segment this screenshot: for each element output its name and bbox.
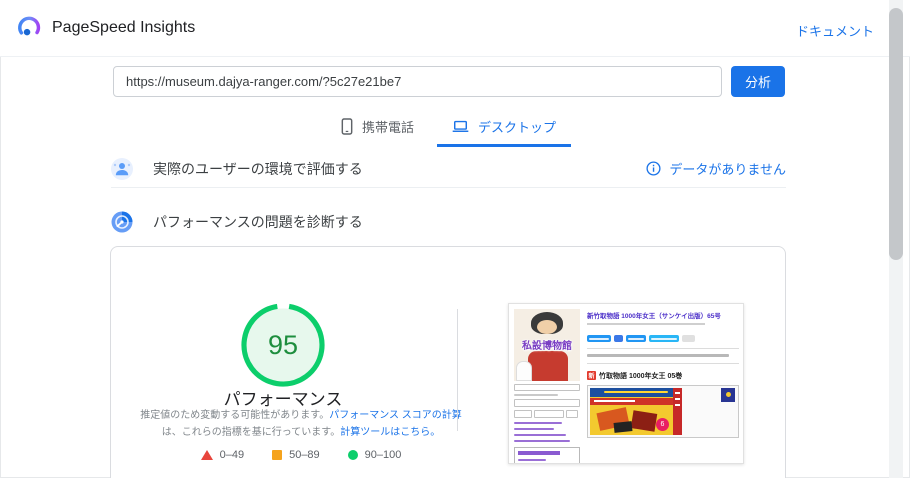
legend-pass-range: 90–100 bbox=[364, 449, 402, 461]
manga-cover-image: 6 bbox=[590, 387, 682, 435]
laptop-icon bbox=[452, 120, 469, 132]
scrollbar-track[interactable] bbox=[889, 0, 903, 478]
documentation-link[interactable]: ドキュメント bbox=[796, 21, 874, 40]
thumb-button-row bbox=[514, 407, 580, 418]
device-tabs: 携帯電話 デスクトップ bbox=[111, 110, 786, 147]
page-title: PageSpeed Insights bbox=[52, 19, 196, 36]
performance-score-gauge[interactable]: 95 bbox=[241, 303, 325, 387]
thumb-tags-bar bbox=[587, 354, 729, 357]
score-value: 95 bbox=[267, 329, 299, 360]
no-data-label: データがありません bbox=[669, 162, 786, 177]
vertical-divider bbox=[457, 309, 458, 431]
real-users-icon bbox=[111, 157, 133, 180]
score-calc-link[interactable]: パフォーマンス スコアの計算 bbox=[329, 410, 462, 421]
field-data-section-header[interactable]: 実際のユーザーの環境で評価する データがありません bbox=[111, 150, 786, 188]
score-legend: 0–49 50–89 90–100 bbox=[141, 449, 461, 461]
analyze-button[interactable]: 分析 bbox=[731, 66, 785, 97]
thumb-site-logo-text: 私設博物館 bbox=[522, 341, 572, 352]
score-note-pre: 推定値のため変動する可能性があります。 bbox=[140, 410, 330, 421]
thumb-search-box bbox=[514, 399, 580, 407]
thumb-cover-container: 6 bbox=[587, 384, 739, 438]
tab-mobile-label: 携帯電話 bbox=[361, 120, 414, 135]
thumb-share-buttons bbox=[587, 335, 739, 342]
no-data-status[interactable]: データがありません bbox=[646, 159, 786, 178]
score-note-mid: は、これらの指標を基に行っています。 bbox=[161, 426, 341, 438]
tab-mobile[interactable]: 携帯電話 bbox=[326, 110, 429, 147]
legend-average: 50–89 bbox=[272, 449, 320, 461]
thumb-main-content: 新竹取物語 1000年女王（サンケイ出版）65号 新 竹取物語 1000年女王 … bbox=[587, 310, 739, 438]
thumb-nav-list bbox=[514, 447, 580, 463]
legend-fail-range: 0–49 bbox=[219, 449, 245, 461]
tab-desktop-label: デスクトップ bbox=[478, 120, 557, 135]
new-badge: 新 bbox=[587, 371, 596, 380]
url-input[interactable] bbox=[113, 66, 722, 97]
field-section-title: 実際のユーザーの環境で評価する bbox=[153, 160, 363, 177]
thumb-page-title: 新竹取物語 1000年女王（サンケイ出版）65号 bbox=[587, 313, 721, 320]
orange-square-icon bbox=[272, 450, 283, 460]
diagnose-gauge-icon bbox=[111, 211, 133, 233]
thumb-secondary-image bbox=[721, 387, 735, 402]
thumb-select-control bbox=[514, 384, 580, 391]
lab-data-section-header[interactable]: パフォーマンスの問題を診断する bbox=[111, 204, 786, 240]
site-screenshot-thumbnail[interactable]: 私設博物館 新竹取物語 1000年女王（サンケイ出版）65号 新 竹取物語 10… bbox=[508, 303, 744, 464]
legend-average-range: 50–89 bbox=[289, 449, 320, 461]
legend-pass: 90–100 bbox=[347, 449, 402, 461]
pagespeed-insights-page: { "header": { "title": "PageSpeed Insigh… bbox=[0, 0, 910, 478]
thumb-text-bar bbox=[514, 394, 558, 396]
calc-tool-link[interactable]: 計算ツールはこちら。 bbox=[340, 427, 440, 438]
lab-section-title: パフォーマンスの問題を診断する bbox=[153, 214, 363, 230]
green-circle-icon bbox=[347, 450, 358, 460]
red-triangle-icon bbox=[200, 450, 213, 460]
thumb-site-logo-image: 私設博物館 bbox=[514, 309, 580, 381]
score-disclaimer: 推定値のため変動する可能性があります。パフォーマンス スコアの計算は、これらの指… bbox=[135, 408, 467, 441]
phone-icon bbox=[341, 118, 353, 135]
info-icon bbox=[646, 161, 661, 176]
tab-desktop[interactable]: デスクトップ bbox=[437, 110, 572, 147]
thumb-breadcrumb-bar bbox=[587, 322, 705, 325]
pagespeed-logo-icon bbox=[18, 16, 41, 36]
legend-fail: 0–49 bbox=[200, 449, 245, 461]
thumb-article-heading: 新 竹取物語 1000年女王 05巻 bbox=[587, 371, 683, 380]
cover-volume-badge: 6 bbox=[656, 417, 669, 431]
app-header: PageSpeed Insights bbox=[0, 0, 910, 57]
performance-report-card: 95 パフォーマンス 推定値のため変動する可能性があります。パフォーマンス スコ… bbox=[110, 246, 786, 478]
score-label: パフォーマンス bbox=[223, 390, 343, 409]
scrollbar-thumb[interactable] bbox=[889, 8, 903, 260]
thumb-sidebar: 私設博物館 bbox=[514, 309, 580, 463]
